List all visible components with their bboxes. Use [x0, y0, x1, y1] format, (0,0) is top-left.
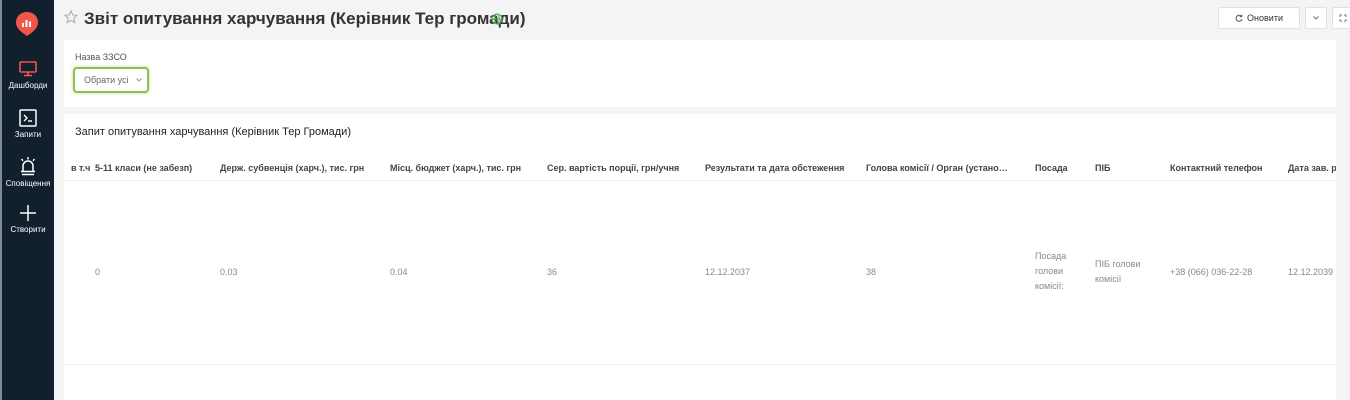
fullscreen-icon [1339, 14, 1347, 22]
chevron-down-icon [1313, 16, 1319, 20]
table-title: Запит опитування харчування (Керівник Те… [75, 126, 351, 138]
column-header[interactable]: в т.ч [71, 163, 90, 173]
table-header: в т.ч 5-11 класи (не забезп) Держ. субве… [64, 156, 1336, 181]
table-cell: 12.12.2039 [1288, 267, 1334, 277]
column-header[interactable]: Сер. вартість порції, грн/учня [547, 163, 679, 173]
sidebar-item-create[interactable]: Створити [2, 204, 54, 235]
filter-label: Назва ЗЗСО [75, 52, 127, 62]
sidebar-item-label: Сповіщення [5, 179, 51, 188]
table-cell: 0 [95, 267, 101, 277]
column-header[interactable]: Посада [1035, 163, 1068, 173]
sidebar-item-queries[interactable]: Запити [2, 109, 54, 140]
column-header[interactable]: Місц. бюджет (харч.), тис. грн [390, 163, 521, 173]
filter-panel: Назва ЗЗСО Обрати усі [64, 40, 1336, 107]
more-options-button[interactable] [1305, 7, 1327, 29]
table-row: 0 0.03 0.04 36 12.12.2037 38 Посада голо… [64, 181, 1336, 365]
sidebar-item-dashboards[interactable]: Дашборди [2, 60, 54, 91]
table-cell: +38 (066) 036-22-28 [1170, 267, 1253, 277]
table-panel: Запит опитування харчування (Керівник Те… [64, 114, 1336, 400]
sidebar-item-notifications[interactable]: Сповіщення [2, 156, 54, 189]
table-cell: 0.03 [220, 267, 238, 277]
page-header: Звіт опитування харчування (Керівник Тер… [54, 0, 1350, 38]
plus-icon [20, 205, 36, 221]
cell-line: комісії: [1035, 281, 1064, 291]
table-cell: 12.12.2037 [705, 267, 751, 277]
table-cell: 36 [547, 267, 558, 277]
refresh-label: Оновити [1247, 13, 1283, 23]
bell-icon [20, 157, 36, 176]
column-header[interactable]: Голова комісії / Орган (устано… [866, 163, 1008, 173]
refresh-button[interactable]: Оновити [1218, 7, 1300, 29]
select-value: Обрати усі [84, 75, 129, 85]
column-header[interactable]: Результати та дата обстеження [705, 163, 844, 173]
table-cell: 38 [866, 267, 877, 277]
table-cell: Посада голови комісії: [1035, 249, 1066, 294]
sidebar-item-label: Створити [10, 225, 46, 234]
favorite-star-icon[interactable] [64, 10, 78, 24]
column-header[interactable]: Контактний телефон [1170, 163, 1262, 173]
cell-line: голови [1035, 266, 1064, 276]
sidebar-item-label: Запити [14, 130, 42, 139]
monitor-icon [19, 61, 37, 77]
column-header[interactable]: Дата зав. р [1288, 163, 1336, 173]
school-select[interactable]: Обрати усі [73, 67, 149, 93]
column-header[interactable]: ПІБ [1095, 163, 1110, 173]
table-cell: ПІБ голови комісії [1095, 257, 1140, 287]
cell-line: ПІБ голови [1095, 259, 1141, 269]
globe-icon [491, 13, 503, 25]
sidebar-item-label: Дашборди [8, 81, 48, 90]
chevron-down-icon [135, 78, 142, 82]
app-logo-icon[interactable] [15, 11, 39, 37]
refresh-icon [1235, 14, 1243, 22]
cell-line: Посада [1035, 251, 1067, 261]
terminal-icon [19, 109, 37, 127]
column-header[interactable]: 5-11 класи (не забезп) [95, 163, 192, 173]
sidebar: Дашборди Запити Сповіщення Створити [0, 0, 54, 400]
cell-line: комісії [1095, 274, 1122, 284]
column-header[interactable]: Держ. субвенція (харч.), тис. грн [220, 163, 364, 173]
page-title: Звіт опитування харчування (Керівник Тер… [84, 9, 526, 28]
table-cell: 0.04 [390, 267, 408, 277]
fullscreen-button[interactable] [1332, 7, 1350, 29]
